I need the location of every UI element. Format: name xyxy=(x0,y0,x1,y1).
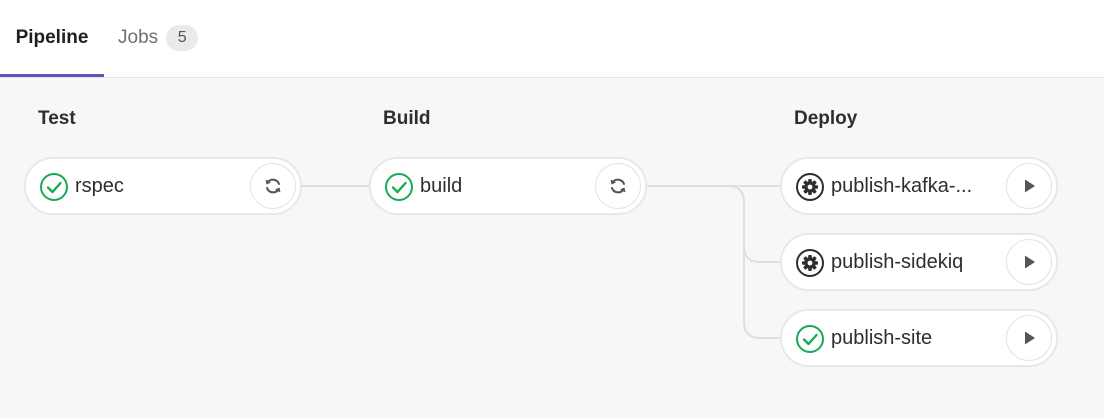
job-publish-site[interactable]: publish-site xyxy=(780,309,1058,367)
retry-button[interactable] xyxy=(250,163,296,209)
job-publish-kafka[interactable]: publish-kafka-... xyxy=(780,157,1058,215)
stage-title-deploy: Deploy xyxy=(794,108,858,129)
gear-icon xyxy=(796,249,824,277)
job-build[interactable]: build xyxy=(369,157,647,215)
check-circle-icon xyxy=(796,325,824,353)
job-name: rspec xyxy=(75,175,124,197)
play-button[interactable] xyxy=(1006,163,1052,209)
check-circle-icon xyxy=(385,173,413,201)
connector-build-deploy-3 xyxy=(743,246,780,339)
stage-title-build: Build xyxy=(383,108,431,129)
play-button[interactable] xyxy=(1006,315,1052,361)
play-button[interactable] xyxy=(1006,239,1052,285)
pipeline-tabs: Pipeline Jobs 5 xyxy=(0,0,1104,78)
retry-icon xyxy=(610,178,626,194)
retry-icon xyxy=(265,178,281,194)
tab-jobs-label: Jobs xyxy=(118,27,159,48)
check-circle-icon xyxy=(40,173,68,201)
job-name: build xyxy=(420,175,463,197)
retry-button[interactable] xyxy=(595,163,641,209)
job-publish-sidekiq[interactable]: publish-sidekiq xyxy=(780,233,1058,291)
connector-build-deploy-2 xyxy=(720,185,780,263)
gear-icon xyxy=(796,173,824,201)
tab-pipeline[interactable]: Pipeline xyxy=(0,0,104,77)
play-icon xyxy=(1025,179,1035,193)
job-name: publish-kafka-... xyxy=(831,175,973,197)
job-rspec[interactable]: rspec xyxy=(24,157,302,215)
stage-title-test: Test xyxy=(38,108,76,129)
tab-jobs[interactable]: Jobs 5 xyxy=(118,0,199,76)
job-name: publish-site xyxy=(831,327,933,349)
play-icon xyxy=(1025,331,1035,345)
tab-pipeline-label: Pipeline xyxy=(15,27,89,48)
job-name: publish-sidekiq xyxy=(831,251,964,273)
pipeline-graph: Test Build Deploy rspec build publish-ka… xyxy=(0,78,1104,418)
play-icon xyxy=(1025,255,1035,269)
jobs-count-badge: 5 xyxy=(166,25,199,51)
